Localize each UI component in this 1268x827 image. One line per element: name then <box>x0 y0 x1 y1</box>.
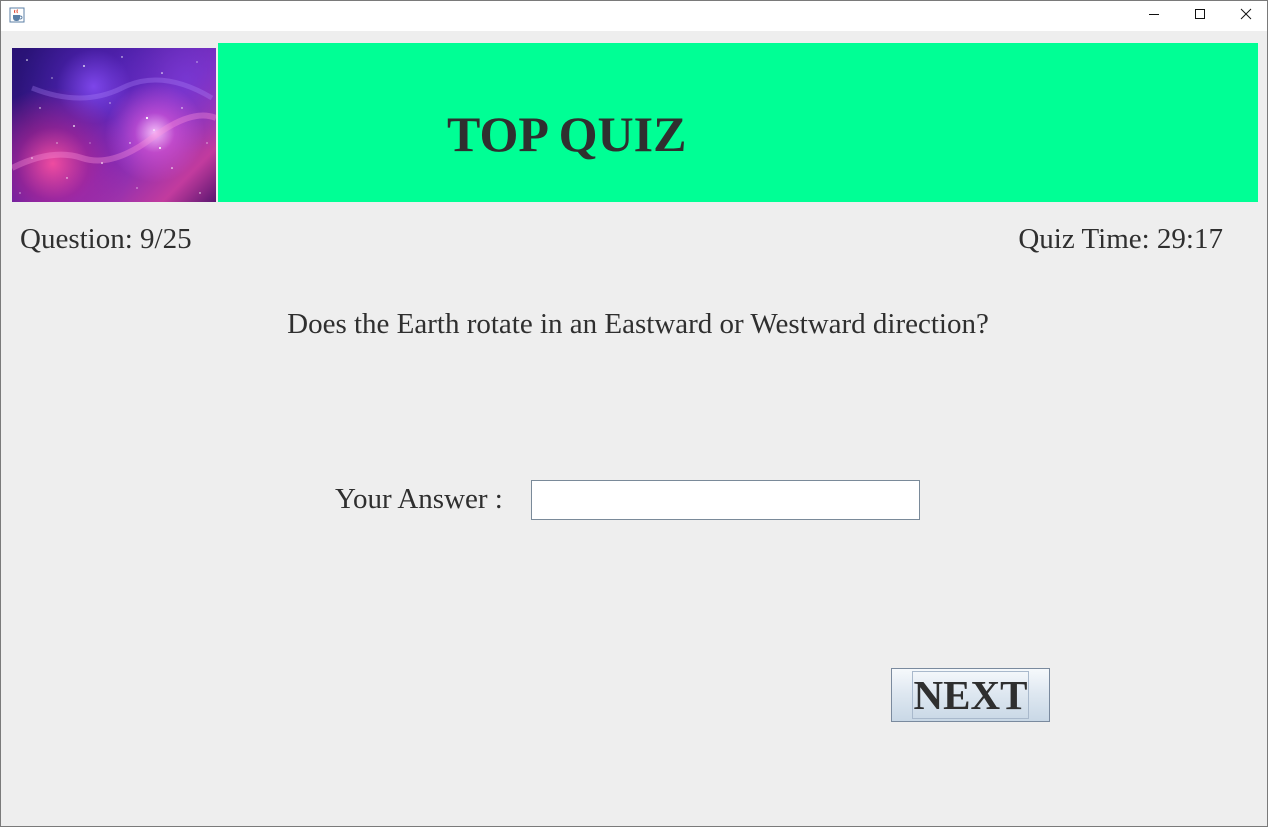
maximize-icon <box>1194 7 1206 25</box>
title-bar <box>1 1 1267 31</box>
galaxy-nebula-image <box>12 48 216 202</box>
java-cup-icon <box>9 7 25 23</box>
quiz-title: TOP QUIZ <box>447 106 687 162</box>
minimize-button[interactable] <box>1131 1 1177 31</box>
close-icon <box>1240 7 1252 25</box>
close-button[interactable] <box>1223 1 1267 31</box>
question-text: Does the Earth rotate in an Eastward or … <box>287 308 989 340</box>
maximize-button[interactable] <box>1177 1 1223 31</box>
next-button[interactable]: NEXT <box>891 668 1050 722</box>
header-banner: TOP QUIZ <box>218 43 1258 202</box>
answer-label: Your Answer : <box>335 483 503 515</box>
quiz-window: TOP QUIZ Question: 9/25 Quiz Time: 29:17… <box>0 0 1268 827</box>
minimize-icon <box>1148 7 1160 25</box>
next-button-label: NEXT <box>911 671 1030 719</box>
quiz-timer: Quiz Time: 29:17 <box>1018 223 1223 255</box>
question-counter: Question: 9/25 <box>20 223 192 255</box>
answer-input[interactable] <box>531 480 920 520</box>
